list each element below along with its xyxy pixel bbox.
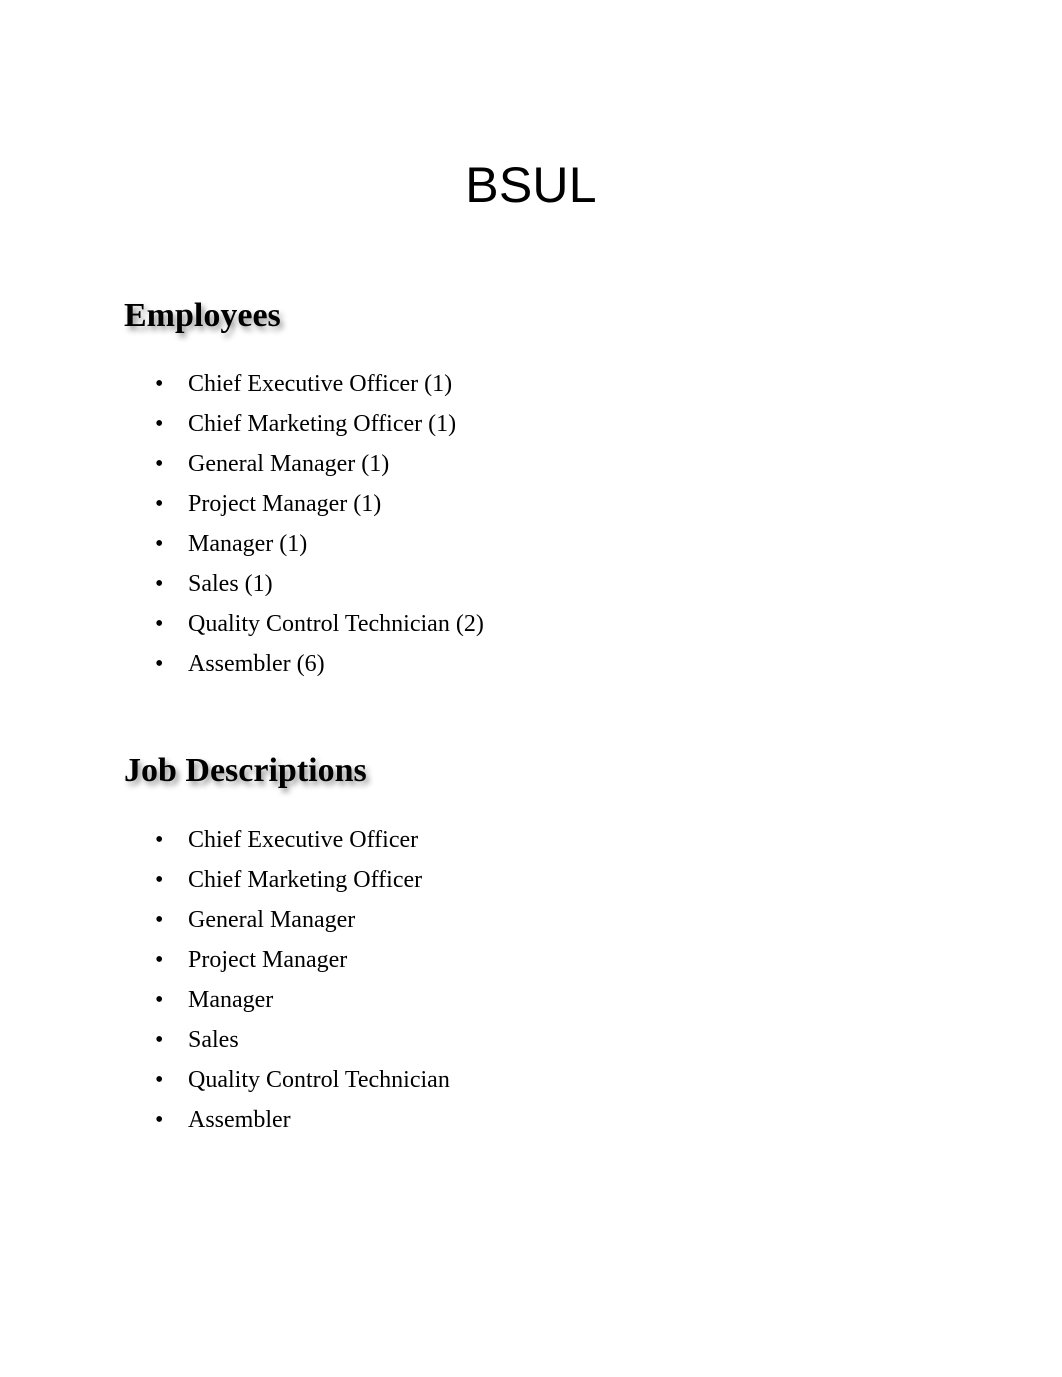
bullet-icon: •	[155, 411, 164, 437]
section-heading-job-descriptions: Job Descriptions	[124, 752, 367, 790]
bullet-icon: •	[155, 907, 164, 933]
bullet-icon: •	[155, 827, 164, 853]
list-item-label: Chief Marketing Officer	[188, 867, 423, 893]
list-item-label: Manager	[188, 987, 274, 1013]
list-item-label: Quality Control Technician (2)	[188, 611, 484, 637]
list-item-label: Project Manager (1)	[188, 491, 382, 517]
bullet-icon: •	[155, 451, 164, 477]
bullet-icon: •	[155, 1107, 164, 1133]
list-item-label: Manager (1)	[188, 531, 308, 557]
list-item-label: Chief Marketing Officer (1)	[188, 411, 457, 437]
document-page: BSUL Employees • Chief Executive Officer…	[0, 0, 1062, 1377]
bullet-icon: •	[155, 1027, 164, 1053]
list-item-label: Chief Executive Officer (1)	[188, 371, 453, 397]
list-item-label: Sales	[188, 1027, 239, 1053]
bullet-icon: •	[155, 371, 164, 397]
bullet-icon: •	[155, 867, 164, 893]
bullet-icon: •	[155, 531, 164, 557]
page-title: BSUL	[465, 156, 597, 213]
list-item-label: General Manager	[188, 907, 356, 933]
list-item-label: Assembler (6)	[188, 651, 325, 677]
list-item-label: Chief Executive Officer	[188, 827, 419, 853]
list-item-label: Sales (1)	[188, 571, 273, 597]
bullet-icon: •	[155, 491, 164, 517]
bullet-icon: •	[155, 987, 164, 1013]
bullet-icon: •	[155, 611, 164, 637]
list-item-label: Project Manager	[188, 947, 348, 973]
bullet-icon: •	[155, 947, 164, 973]
bullet-icon: •	[155, 571, 164, 597]
section-heading-employees: Employees	[124, 297, 281, 335]
list-item-label: Assembler	[188, 1107, 291, 1133]
bullet-icon: •	[155, 651, 164, 677]
list-item-label: Quality Control Technician	[188, 1067, 450, 1093]
list-item-label: General Manager (1)	[188, 451, 390, 477]
bullet-icon: •	[155, 1067, 164, 1093]
